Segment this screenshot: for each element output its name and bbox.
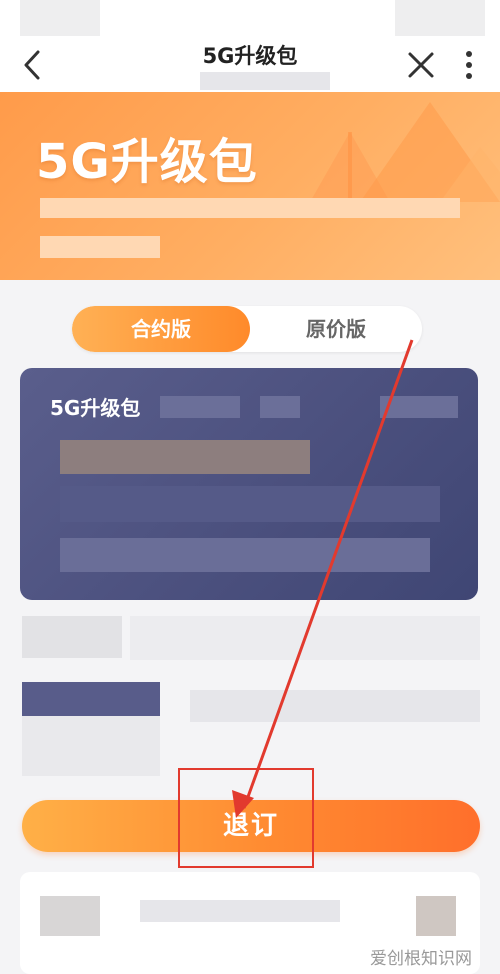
more-vertical-icon[interactable] (457, 48, 481, 82)
plan-tabs: 合约版 原价版 (72, 306, 422, 352)
blurred-row (22, 716, 160, 776)
blurred-banner-text (40, 198, 460, 218)
watermark: 爱创根知识网 (370, 949, 472, 969)
promo-banner: 5G升级包 (0, 92, 500, 280)
blurred-card-info (60, 486, 440, 522)
blurred-bottom-info (416, 896, 456, 936)
blurred-card-info (260, 396, 300, 418)
mountain-decoration-icon (310, 102, 500, 202)
blurred-bottom-info (140, 900, 340, 922)
blurred-card-info (60, 440, 310, 474)
navigation-bar: 5G升级包 (0, 0, 500, 92)
blurred-area (395, 0, 485, 36)
blurred-area (20, 0, 100, 36)
blurred-banner-text (40, 236, 160, 258)
blurred-bottom-info (40, 896, 100, 936)
package-card[interactable]: 5G升级包 (20, 368, 478, 600)
blurred-row (22, 616, 122, 658)
blurred-card-info (60, 538, 430, 572)
tab-original[interactable]: 原价版 (250, 306, 422, 352)
blurred-card-info (160, 396, 240, 418)
blurred-area (200, 72, 330, 90)
tab-contract[interactable]: 合约版 (72, 306, 250, 352)
annotation-box (178, 768, 314, 868)
blurred-card-info (380, 396, 458, 418)
blurred-row (190, 690, 480, 722)
close-icon[interactable] (404, 48, 438, 82)
blurred-row (22, 682, 160, 716)
package-title: 5G升级包 (50, 396, 141, 420)
banner-title: 5G升级包 (36, 134, 258, 190)
blurred-row (130, 616, 480, 660)
